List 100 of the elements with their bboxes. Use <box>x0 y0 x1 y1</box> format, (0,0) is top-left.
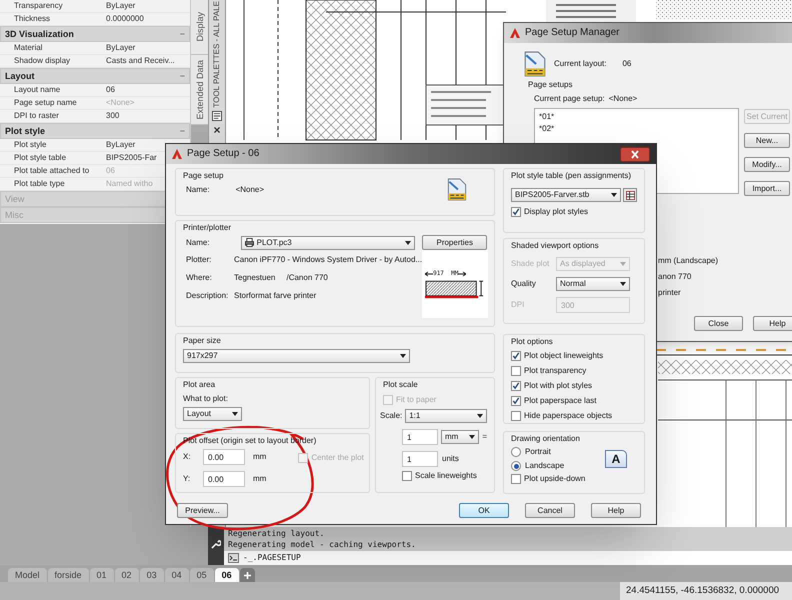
group-title: Page setup <box>183 171 224 181</box>
dimension-arrow-icon <box>425 271 434 277</box>
property-value[interactable]: Casts and Receiv... <box>106 56 175 66</box>
printer-dropdown[interactable]: PLOT.pc3 <box>240 236 416 250</box>
field-value: Tegnestuen /Canon 770 <box>234 273 328 283</box>
y-offset-field[interactable]: 0.00 <box>203 471 245 487</box>
unit-dropdown[interactable]: mm <box>441 430 480 444</box>
x-offset-field[interactable]: 0.00 <box>203 449 245 465</box>
dialog-button[interactable]: OK <box>459 503 509 518</box>
property-value[interactable]: ByLayer <box>106 140 136 150</box>
section-header[interactable]: Plot style − <box>0 123 190 139</box>
new-layout-button[interactable] <box>240 568 255 582</box>
equals-sign: = <box>482 432 487 442</box>
property-value[interactable]: 300 <box>106 111 120 121</box>
command-prompt-icon <box>228 553 239 563</box>
app-logo-icon <box>510 28 520 38</box>
plus-icon <box>244 572 251 578</box>
layout-tab[interactable]: 01 <box>90 568 114 582</box>
layout-tab[interactable]: 02 <box>114 568 139 582</box>
checkbox[interactable] <box>511 366 521 376</box>
caret-icon <box>400 354 406 358</box>
scale-dropdown[interactable]: 1:1 <box>405 409 487 423</box>
field-label: Quality <box>511 279 537 289</box>
radio-button[interactable] <box>511 461 521 471</box>
side-tab[interactable]: Display <box>194 12 204 42</box>
checkbox-label: Plot object lineweights <box>524 351 604 361</box>
property-label: Plot table attached to <box>13 166 90 176</box>
property-value[interactable]: BIPS2005-Far <box>106 153 157 163</box>
field-label: Description: <box>186 291 230 301</box>
manager-button[interactable]: Import... <box>744 181 790 196</box>
property-label: DPI to raster <box>13 111 60 121</box>
setup-detail-text: printer <box>658 288 681 298</box>
scale-value-field[interactable]: 1 <box>402 429 438 445</box>
property-value[interactable]: ByLayer <box>106 1 136 11</box>
layout-tab[interactable]: 03 <box>140 568 164 582</box>
radio-button[interactable] <box>511 447 521 457</box>
checkbox-label: Plot paperspace last <box>524 396 596 406</box>
layout-tab[interactable]: forside <box>48 568 89 582</box>
what-to-plot-dropdown[interactable]: Layout <box>183 407 242 421</box>
unit-label: mm <box>253 474 266 484</box>
dialog-button[interactable]: Close <box>694 316 743 331</box>
command-input[interactable]: -_.PAGESETUP <box>224 551 792 565</box>
paper-outline-drawing <box>425 279 486 299</box>
paper-size-dropdown[interactable]: 917x297 <box>183 349 410 363</box>
properties-icon[interactable] <box>212 110 222 121</box>
checkbox[interactable] <box>402 471 412 481</box>
properties-button[interactable]: Properties <box>422 235 487 250</box>
property-label: Material <box>13 43 44 53</box>
dialog-button[interactable]: Cancel <box>525 503 575 518</box>
command-history-line: Regenerating layout. <box>228 528 324 539</box>
page-setup-item[interactable]: *01* <box>539 111 554 123</box>
checkbox-label: Hide paperspace objects <box>524 411 612 421</box>
checkbox-label: Scale lineweights <box>415 471 477 481</box>
layout-tab[interactable]: 05 <box>190 568 214 582</box>
dwg-file-icon <box>524 51 546 77</box>
checkbox-label: Plot upside-down <box>524 474 586 484</box>
scale-value-field[interactable]: 1 <box>402 451 438 467</box>
checkbox[interactable] <box>511 381 521 391</box>
current-setup-label: Current page setup: <box>534 94 605 104</box>
property-value[interactable]: 06 <box>106 85 115 95</box>
checkbox[interactable] <box>511 411 521 421</box>
property-value[interactable]: ByLayer <box>106 43 136 53</box>
plot-style-dropdown[interactable]: BIPS2005-Farver.stb <box>511 188 622 202</box>
field-label: DPI <box>511 300 526 310</box>
layout-tab[interactable]: 04 <box>164 568 189 582</box>
layout-tab[interactable]: Model <box>8 568 47 582</box>
property-value[interactable]: 0.0000000 <box>106 14 144 24</box>
coordinates-display: 24.4541155, -46.1536832, 0.000000 <box>620 582 792 600</box>
orientation-preview-icon: A <box>605 450 627 468</box>
property-label: Plot style table <box>13 153 68 163</box>
manager-button[interactable]: New... <box>744 133 790 148</box>
dialog-button[interactable]: Help <box>591 503 641 518</box>
field-label: Shade plot <box>511 259 550 269</box>
layout-tab[interactable]: 06 <box>214 568 239 582</box>
section-header[interactable]: 3D Visualization − <box>0 26 190 42</box>
preview-button[interactable]: Preview... <box>177 503 228 518</box>
property-label: Plot table type <box>13 179 66 189</box>
property-label: Transparency <box>13 1 64 11</box>
close-icon[interactable] <box>620 146 650 162</box>
wrench-icon[interactable] <box>211 539 221 549</box>
field-label: Y: <box>183 474 192 484</box>
app-logo-icon <box>172 149 182 159</box>
edit-plot-style-button[interactable] <box>623 188 637 202</box>
checkbox[interactable] <box>511 474 521 484</box>
group-title: Drawing orientation <box>511 434 580 444</box>
close-icon[interactable]: × <box>213 124 220 136</box>
current-setup-value: <None> <box>608 94 638 104</box>
checkbox[interactable] <box>511 351 521 361</box>
property-label: Thickness <box>13 14 52 24</box>
checkbox[interactable] <box>511 207 521 217</box>
current-layout-value: 06 <box>622 59 632 69</box>
dialog-button[interactable]: Help <box>753 316 792 331</box>
field-label: What to plot: <box>183 394 228 404</box>
page-setup-item[interactable]: *02* <box>539 123 554 135</box>
side-tab[interactable]: Extended Data <box>194 60 204 120</box>
unit-label: mm <box>253 452 266 462</box>
manager-button[interactable]: Modify... <box>744 157 790 172</box>
shade-dropdown[interactable]: Normal <box>556 277 630 291</box>
checkbox[interactable] <box>511 396 521 406</box>
section-header[interactable]: Layout − <box>0 68 190 84</box>
